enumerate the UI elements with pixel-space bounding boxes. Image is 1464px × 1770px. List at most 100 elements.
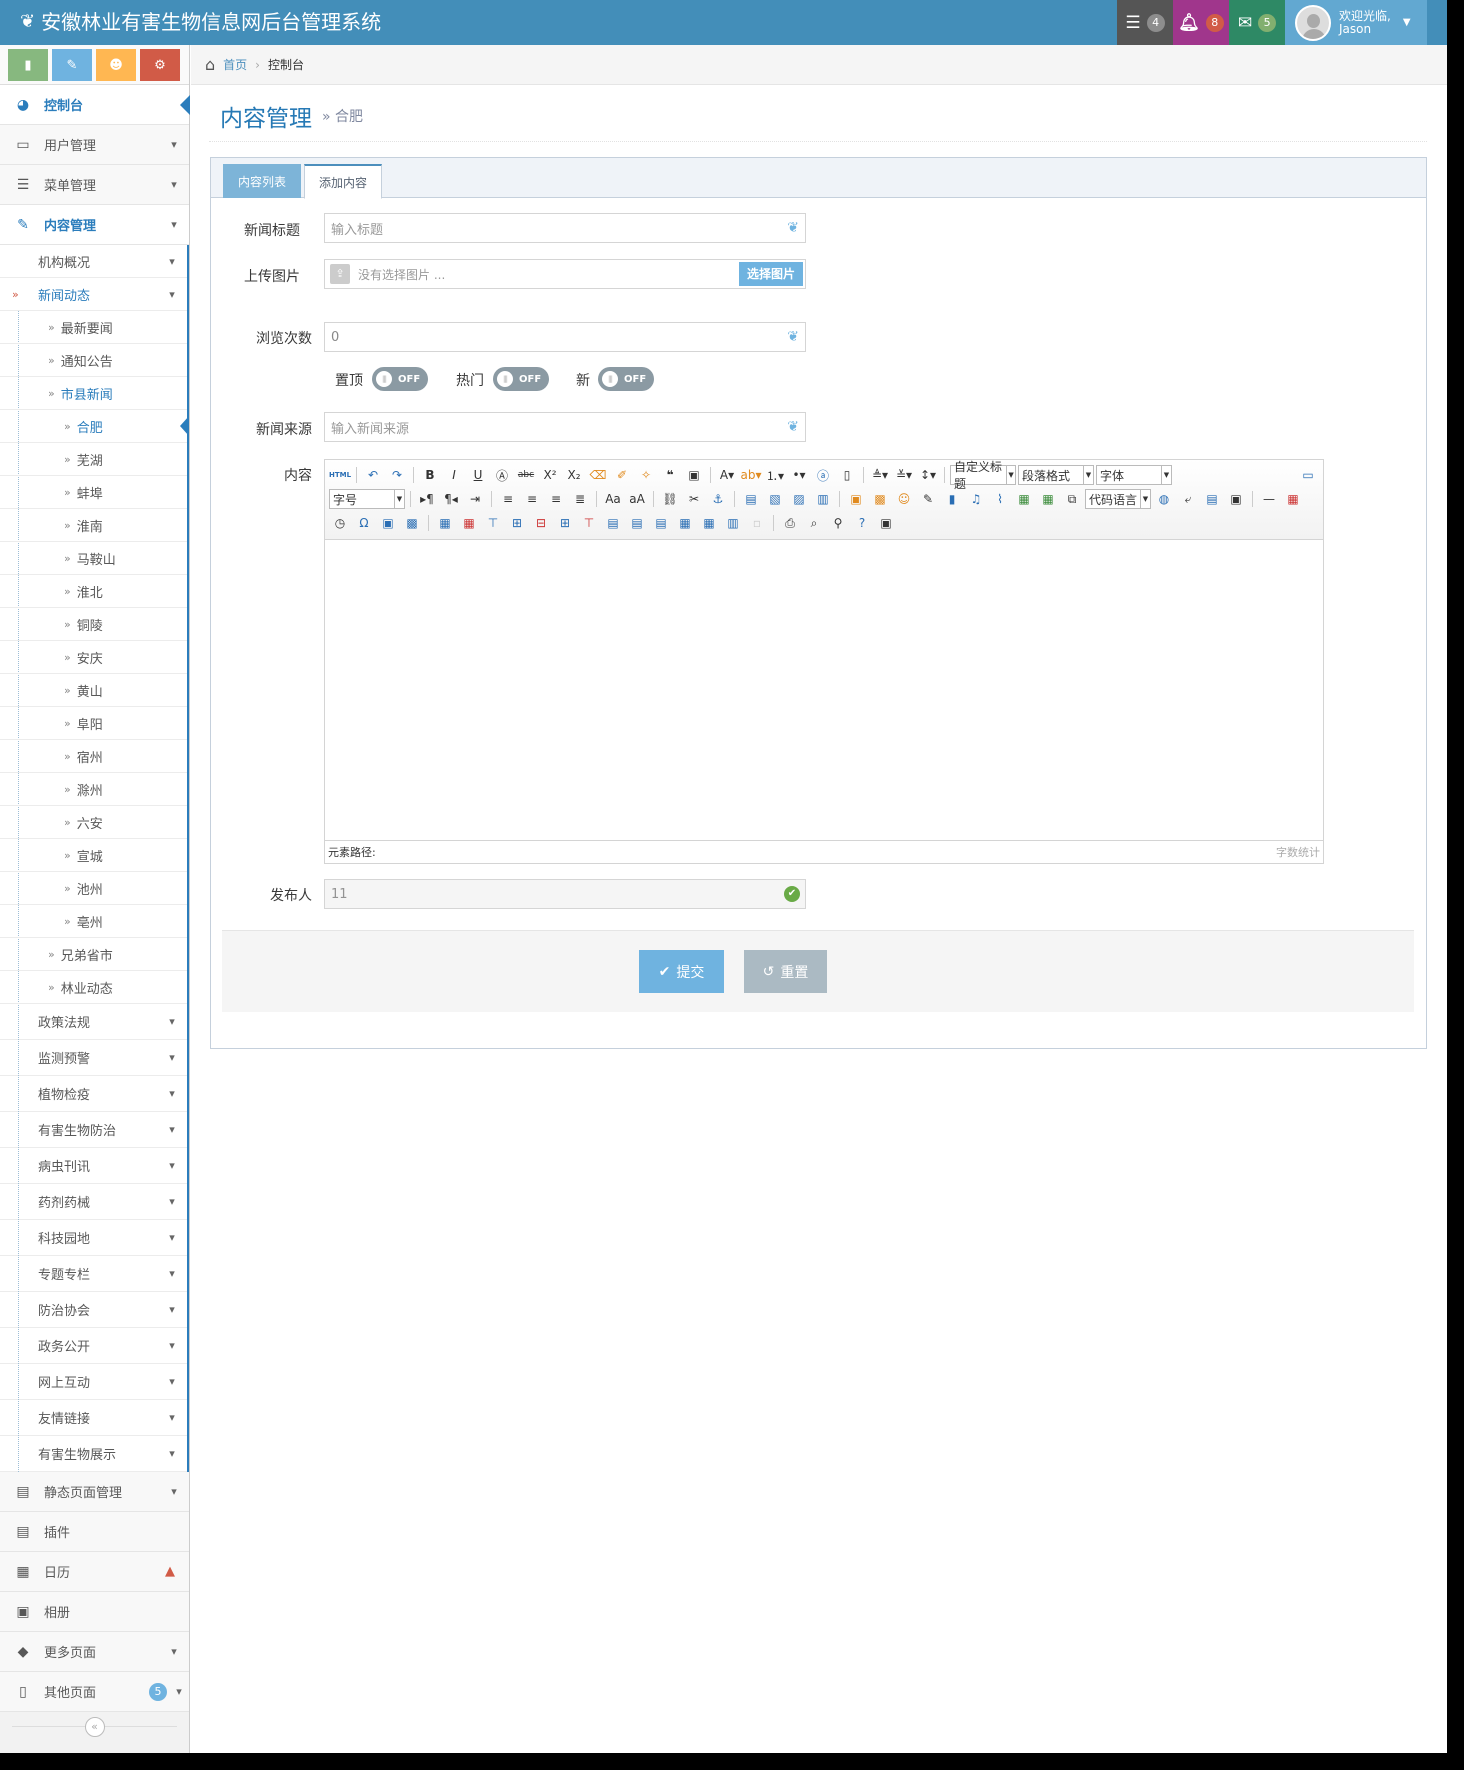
sidebar-item-city[interactable]: » 合肥: [0, 410, 189, 443]
sidebar-item-city[interactable]: » 安庆: [0, 641, 187, 674]
sidebar-item-city[interactable]: » 宣城: [0, 839, 187, 872]
sidebar-item-city[interactable]: » 滁州: [0, 773, 187, 806]
sidebar-item-plugins[interactable]: ▤ 插件: [0, 1512, 189, 1552]
gmap-icon[interactable]: ▦: [1037, 489, 1059, 509]
sidebar-item-city[interactable]: » 芜湖: [0, 443, 187, 476]
sidebar-item-city[interactable]: » 池州: [0, 872, 187, 905]
background-color-icon[interactable]: ab▾: [740, 465, 762, 485]
unordered-list-icon[interactable]: •▾: [788, 465, 810, 485]
insert-paragraph-before-table-icon[interactable]: ⊤: [482, 513, 504, 533]
sidebar-item-org[interactable]: 机构概况 ▾: [0, 245, 187, 278]
font-family-select[interactable]: 字体 ▼: [1096, 465, 1172, 485]
clear-doc-icon[interactable]: ▯: [836, 465, 858, 485]
align-justify-icon[interactable]: ≣: [569, 489, 591, 509]
music-icon[interactable]: ♫: [965, 489, 987, 509]
unlink-icon[interactable]: ✂: [683, 489, 705, 509]
font-color-icon[interactable]: A▾: [716, 465, 738, 485]
sidebar-item-bulletin[interactable]: 病虫刊讯 ▾: [0, 1148, 187, 1184]
drafts-icon[interactable]: ▣: [875, 513, 897, 533]
time-icon[interactable]: ◷: [329, 513, 351, 533]
font-border-icon[interactable]: Ⓐ: [491, 465, 513, 485]
page-break-icon[interactable]: ⤶: [1177, 489, 1199, 509]
code-language-select[interactable]: 代码语言 ▼: [1085, 489, 1151, 509]
image-center-icon[interactable]: ▥: [812, 489, 834, 509]
paste-plain-icon[interactable]: ▣: [683, 465, 705, 485]
sidebar-item-other-pages[interactable]: ▯ 其他页面 5 ▾: [0, 1672, 189, 1712]
shortcut-settings-button[interactable]: ⚙: [140, 49, 180, 81]
to-lowercase-icon[interactable]: aA: [626, 489, 648, 509]
help-icon[interactable]: ?: [851, 513, 873, 533]
merge-right-icon[interactable]: ▤: [626, 513, 648, 533]
template-icon[interactable]: ▤: [1201, 489, 1223, 509]
collapse-sidebar-button[interactable]: «: [84, 1717, 105, 1737]
image-none-icon[interactable]: ▤: [740, 489, 762, 509]
sidebar-item-static-pages[interactable]: ▤ 静态页面管理 ▾: [0, 1472, 189, 1512]
align-left-icon[interactable]: ≡: [497, 489, 519, 509]
sidebar-item-news[interactable]: » 新闻动态 ▾: [0, 278, 187, 311]
redo-icon[interactable]: ↷: [386, 465, 408, 485]
choose-image-button[interactable]: 选择图片: [738, 262, 803, 286]
html-source-icon[interactable]: HTML: [329, 465, 351, 485]
image-right-icon[interactable]: ▨: [788, 489, 810, 509]
tasks-button[interactable]: ☰ 4: [1117, 0, 1173, 45]
sidebar-item-city[interactable]: » 阜阳: [0, 707, 187, 740]
anchor-icon[interactable]: ⚓: [707, 489, 729, 509]
hot-switch[interactable]: ||| OFF: [493, 367, 549, 391]
sidebar-item-album[interactable]: ▣ 相册: [0, 1592, 189, 1632]
source-input[interactable]: 输入新闻来源 ❦: [324, 412, 806, 442]
new-switch[interactable]: ||| OFF: [598, 367, 654, 391]
emotion-icon[interactable]: ☺: [893, 489, 915, 509]
user-menu[interactable]: 欢迎光临, Jason ▼: [1285, 0, 1427, 45]
sidebar-item-city[interactable]: » 淮南: [0, 509, 187, 542]
shortcut-users-button[interactable]: ☻: [96, 49, 136, 81]
align-center-icon[interactable]: ≡: [521, 489, 543, 509]
sidebar-item-users[interactable]: ▭ 用户管理 ▾: [0, 125, 189, 165]
editor-content-area[interactable]: [325, 540, 1323, 840]
shortcut-stats-button[interactable]: ▮: [8, 49, 48, 81]
insert-col-icon[interactable]: ⊞: [554, 513, 576, 533]
image-upload[interactable]: ⇪ 没有选择图片 ... 选择图片: [324, 259, 806, 289]
indent-icon[interactable]: ⇥: [464, 489, 486, 509]
tab-add-content[interactable]: 添加内容: [304, 164, 383, 199]
delete-col-icon[interactable]: ⊤: [578, 513, 600, 533]
sidebar-item-brother[interactable]: » 兄弟省市: [0, 938, 187, 971]
sidebar-item-interaction[interactable]: 网上互动 ▾: [0, 1364, 187, 1400]
sidebar-item-city[interactable]: » 黄山: [0, 674, 187, 707]
split-to-rows-icon[interactable]: ▦: [698, 513, 720, 533]
shortcut-edit-button[interactable]: ✎: [52, 49, 92, 81]
sidebar-item-city[interactable]: » 铜陵: [0, 608, 187, 641]
strikethrough-icon[interactable]: abc: [515, 465, 537, 485]
sidebar-item-city[interactable]: » 亳州: [0, 905, 187, 938]
line-height-icon[interactable]: ↕▾: [917, 465, 939, 485]
sidebar-item-policy[interactable]: 政策法规 ▾: [0, 1004, 187, 1040]
sidebar-item-more-pages[interactable]: ◆ 更多页面 ▾: [0, 1632, 189, 1672]
sidebar-item-content[interactable]: ✎ 内容管理 ▾: [0, 205, 189, 245]
title-input[interactable]: 输入标题 ❦: [324, 213, 806, 243]
auto-format-icon[interactable]: ✧: [635, 465, 657, 485]
sidebar-item-dashboard[interactable]: ◕ 控制台: [0, 85, 190, 125]
format-painter-icon[interactable]: ✐: [611, 465, 633, 485]
sidebar-item-quarantine[interactable]: 植物检疫 ▾: [0, 1076, 187, 1112]
split-to-cells-icon[interactable]: ▦: [674, 513, 696, 533]
reset-button[interactable]: ↺ 重置: [744, 950, 827, 993]
sidebar-item-topics[interactable]: 专题专栏 ▾: [0, 1256, 187, 1292]
subscript-icon[interactable]: X₂: [563, 465, 585, 485]
sidebar-item-city[interactable]: » 蚌埠: [0, 476, 187, 509]
sidebar-item-pesticide[interactable]: 药剂药械 ▾: [0, 1184, 187, 1220]
messages-button[interactable]: ✉ 5: [1229, 0, 1285, 45]
sidebar-item-city[interactable]: » 六安: [0, 806, 187, 839]
row-spacing-top-icon[interactable]: ≜▾: [869, 465, 891, 485]
scrawl-icon[interactable]: ✎: [917, 489, 939, 509]
align-right-icon[interactable]: ≡: [545, 489, 567, 509]
insert-frame-icon[interactable]: ⧉: [1061, 489, 1083, 509]
map-icon[interactable]: ▦: [1013, 489, 1035, 509]
image-left-icon[interactable]: ▧: [764, 489, 786, 509]
sidebar-item-city[interactable]: » 马鞍山: [0, 542, 187, 575]
breadcrumb-home-link[interactable]: 首页: [223, 56, 247, 73]
blockquote-icon[interactable]: ❝: [659, 465, 681, 485]
sidebar-item-science[interactable]: 科技园地 ▾: [0, 1220, 187, 1256]
sidebar-item-monitor[interactable]: 监测预警 ▾: [0, 1040, 187, 1076]
top-switch[interactable]: ||| OFF: [372, 367, 428, 391]
sidebar-item-menus[interactable]: ☰ 菜单管理 ▾: [0, 165, 189, 205]
bold-icon[interactable]: B: [419, 465, 441, 485]
